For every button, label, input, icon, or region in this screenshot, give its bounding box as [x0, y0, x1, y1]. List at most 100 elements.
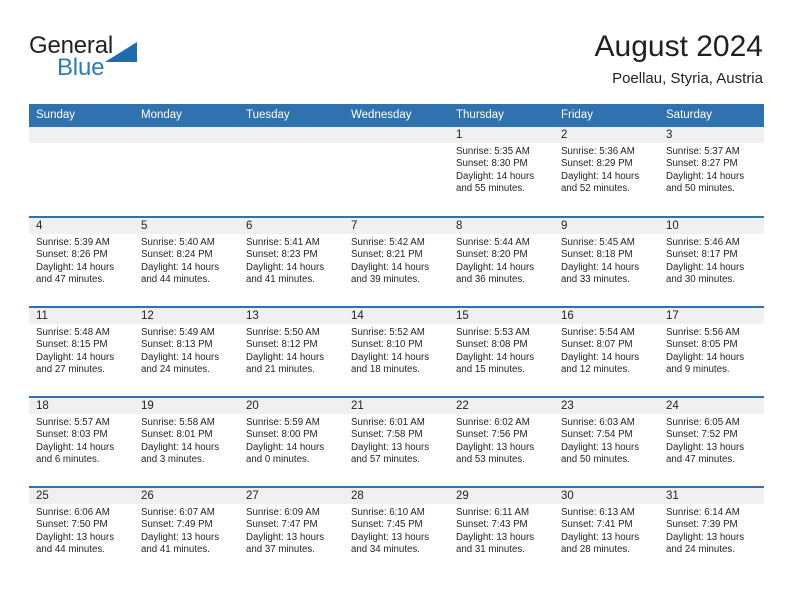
sunset-text: Sunset: 7:39 PM	[666, 519, 738, 531]
column-header-monday: Monday	[134, 104, 239, 127]
calendar-day-cell[interactable]: 2 Sunrise: 5:36 AM Sunset: 8:29 PM Daylight…	[554, 127, 659, 217]
day-details: Sunrise: 6:14 AM Sunset: 7:39 PM Daylight:…	[659, 504, 764, 557]
calendar-day-cell[interactable]: 9 Sunrise: 5:45 AM Sunset: 8:18 PM Daylight…	[554, 216, 659, 307]
calendar-day-cell[interactable]: 6 Sunrise: 5:41 AM Sunset: 8:23 PM Daylight…	[239, 216, 344, 307]
calendar-page: General Blue August 2024 Poellau, Styria…	[0, 0, 792, 612]
day-details: Sunrise: 5:57 AM Sunset: 8:03 PM Daylight:…	[29, 414, 134, 467]
triangle-logo-icon	[105, 42, 137, 62]
calendar-day-cell[interactable]: 31 Sunrise: 6:14 AM Sunset: 7:39 PM Dayligh…	[659, 486, 764, 577]
sunset-text: Sunset: 8:10 PM	[351, 339, 423, 351]
sunrise-text: Sunrise: 6:01 AM	[351, 417, 425, 428]
calendar-day-cell[interactable]: 30 Sunrise: 6:13 AM Sunset: 7:41 PM Dayligh…	[554, 486, 659, 577]
daylight-text: Daylight: 13 hours and 53 minutes.	[456, 441, 535, 466]
sunset-text: Sunset: 8:29 PM	[561, 158, 633, 170]
daylight-text: Daylight: 13 hours and 50 minutes.	[561, 441, 640, 466]
day-number	[29, 127, 134, 143]
daylight-text: Daylight: 14 hours and 24 minutes.	[141, 351, 220, 376]
calendar-day-cell[interactable]: 22 Sunrise: 6:02 AM Sunset: 7:56 PM Dayligh…	[449, 396, 554, 487]
day-number: 24	[659, 398, 764, 414]
calendar-day-cell[interactable]: 7 Sunrise: 5:42 AM Sunset: 8:21 PM Daylight…	[344, 216, 449, 307]
day-details: Sunrise: 5:45 AM Sunset: 8:18 PM Daylight:…	[554, 234, 659, 287]
sunset-text: Sunset: 8:08 PM	[456, 339, 528, 351]
calendar-day-cell[interactable]: 24 Sunrise: 6:05 AM Sunset: 7:52 PM Dayligh…	[659, 396, 764, 487]
sunset-text: Sunset: 7:58 PM	[351, 429, 423, 441]
sunset-text: Sunset: 7:49 PM	[141, 519, 213, 531]
sunrise-text: Sunrise: 5:58 AM	[141, 417, 215, 428]
calendar-day-cell[interactable]: 5 Sunrise: 5:40 AM Sunset: 8:24 PM Daylight…	[134, 216, 239, 307]
calendar-day-cell[interactable]: 18 Sunrise: 5:57 AM Sunset: 8:03 PM Dayligh…	[29, 396, 134, 487]
calendar-day-cell[interactable]: 14 Sunrise: 5:52 AM Sunset: 8:10 PM Dayligh…	[344, 306, 449, 397]
day-details: Sunrise: 5:42 AM Sunset: 8:21 PM Daylight:…	[344, 234, 449, 287]
day-details: Sunrise: 5:35 AM Sunset: 8:30 PM Daylight:…	[449, 143, 554, 196]
column-header-thursday: Thursday	[449, 104, 554, 127]
calendar-day-cell[interactable]: 26 Sunrise: 6:07 AM Sunset: 7:49 PM Dayligh…	[134, 486, 239, 577]
daylight-text: Daylight: 14 hours and 33 minutes.	[561, 261, 640, 286]
sunset-text: Sunset: 7:56 PM	[456, 429, 528, 441]
page-subtitle: Poellau, Styria, Austria	[612, 70, 763, 87]
day-details: Sunrise: 5:58 AM Sunset: 8:01 PM Daylight:…	[134, 414, 239, 467]
daylight-text: Daylight: 14 hours and 50 minutes.	[666, 170, 745, 195]
calendar-day-cell[interactable]: 13 Sunrise: 5:50 AM Sunset: 8:12 PM Dayligh…	[239, 306, 344, 397]
calendar-day-cell[interactable]: 17 Sunrise: 5:56 AM Sunset: 8:05 PM Dayligh…	[659, 306, 764, 397]
calendar-day-cell[interactable]: 28 Sunrise: 6:10 AM Sunset: 7:45 PM Dayligh…	[344, 486, 449, 577]
day-number: 22	[449, 398, 554, 414]
calendar-day-cell[interactable]: 8 Sunrise: 5:44 AM Sunset: 8:20 PM Daylight…	[449, 216, 554, 307]
sunset-text: Sunset: 8:00 PM	[246, 429, 318, 441]
sunset-text: Sunset: 7:52 PM	[666, 429, 738, 441]
general-blue-logo[interactable]: General Blue	[29, 33, 159, 87]
calendar-day-cell[interactable]: 1 Sunrise: 5:35 AM Sunset: 8:30 PM Daylight…	[449, 127, 554, 217]
daylight-text: Daylight: 14 hours and 6 minutes.	[36, 441, 115, 466]
column-header-friday: Friday	[554, 104, 659, 127]
sunset-text: Sunset: 8:18 PM	[561, 249, 633, 261]
calendar-day-cell[interactable]: 19 Sunrise: 5:58 AM Sunset: 8:01 PM Dayligh…	[134, 396, 239, 487]
sunrise-text: Sunrise: 5:39 AM	[36, 237, 110, 248]
calendar-body: 1 Sunrise: 5:35 AM Sunset: 8:30 PM Daylight…	[29, 127, 764, 577]
calendar-day-cell-empty	[344, 127, 449, 217]
day-number: 30	[554, 488, 659, 504]
sunset-text: Sunset: 8:15 PM	[36, 339, 108, 351]
day-number: 20	[239, 398, 344, 414]
calendar-day-cell[interactable]: 27 Sunrise: 6:09 AM Sunset: 7:47 PM Dayligh…	[239, 486, 344, 577]
day-details: Sunrise: 6:09 AM Sunset: 7:47 PM Daylight:…	[239, 504, 344, 557]
sunrise-text: Sunrise: 5:42 AM	[351, 237, 425, 248]
day-number: 21	[344, 398, 449, 414]
day-number	[134, 127, 239, 143]
calendar-day-cell[interactable]: 23 Sunrise: 6:03 AM Sunset: 7:54 PM Dayligh…	[554, 396, 659, 487]
sunrise-text: Sunrise: 5:46 AM	[666, 237, 740, 248]
day-number: 10	[659, 218, 764, 234]
day-number	[344, 127, 449, 143]
sunrise-text: Sunrise: 6:07 AM	[141, 507, 215, 518]
day-details: Sunrise: 5:36 AM Sunset: 8:29 PM Daylight:…	[554, 143, 659, 196]
sunset-text: Sunset: 7:54 PM	[561, 429, 633, 441]
calendar-day-cell[interactable]: 21 Sunrise: 6:01 AM Sunset: 7:58 PM Dayligh…	[344, 396, 449, 487]
sunrise-text: Sunrise: 5:56 AM	[666, 327, 740, 338]
sunset-text: Sunset: 8:23 PM	[246, 249, 318, 261]
calendar-day-cell[interactable]: 25 Sunrise: 6:06 AM Sunset: 7:50 PM Dayligh…	[29, 486, 134, 577]
calendar-day-cell[interactable]: 10 Sunrise: 5:46 AM Sunset: 8:17 PM Dayligh…	[659, 216, 764, 307]
calendar-day-cell[interactable]: 4 Sunrise: 5:39 AM Sunset: 8:26 PM Daylight…	[29, 216, 134, 307]
calendar-week-row: 11 Sunrise: 5:48 AM Sunset: 8:15 PM Dayligh…	[29, 306, 764, 397]
calendar-day-cell[interactable]: 15 Sunrise: 5:53 AM Sunset: 8:08 PM Dayligh…	[449, 306, 554, 397]
day-details: Sunrise: 6:11 AM Sunset: 7:43 PM Daylight:…	[449, 504, 554, 557]
sunrise-text: Sunrise: 5:36 AM	[561, 146, 635, 157]
calendar-day-cell[interactable]: 16 Sunrise: 5:54 AM Sunset: 8:07 PM Dayligh…	[554, 306, 659, 397]
sunrise-text: Sunrise: 5:45 AM	[561, 237, 635, 248]
calendar-day-cell[interactable]: 3 Sunrise: 5:37 AM Sunset: 8:27 PM Daylight…	[659, 127, 764, 217]
day-details: Sunrise: 6:05 AM Sunset: 7:52 PM Daylight:…	[659, 414, 764, 467]
calendar-day-cell[interactable]: 12 Sunrise: 5:49 AM Sunset: 8:13 PM Dayligh…	[134, 306, 239, 397]
sunrise-text: Sunrise: 5:49 AM	[141, 327, 215, 338]
title-block: August 2024 Poellau, Styria, Austria	[595, 28, 763, 89]
sunrise-text: Sunrise: 6:14 AM	[666, 507, 740, 518]
calendar-day-cell[interactable]: 11 Sunrise: 5:48 AM Sunset: 8:15 PM Dayligh…	[29, 306, 134, 397]
day-details: Sunrise: 5:37 AM Sunset: 8:27 PM Daylight:…	[659, 143, 764, 196]
sunrise-text: Sunrise: 6:06 AM	[36, 507, 110, 518]
sunset-text: Sunset: 7:47 PM	[246, 519, 318, 531]
daylight-text: Daylight: 14 hours and 47 minutes.	[36, 261, 115, 286]
calendar-day-cell[interactable]: 29 Sunrise: 6:11 AM Sunset: 7:43 PM Dayligh…	[449, 486, 554, 577]
day-number: 1	[449, 127, 554, 143]
day-details: Sunrise: 5:50 AM Sunset: 8:12 PM Daylight:…	[239, 324, 344, 377]
daylight-text: Daylight: 13 hours and 24 minutes.	[666, 531, 745, 556]
day-details: Sunrise: 5:52 AM Sunset: 8:10 PM Daylight:…	[344, 324, 449, 377]
calendar-day-cell[interactable]: 20 Sunrise: 5:59 AM Sunset: 8:00 PM Dayligh…	[239, 396, 344, 487]
sunset-text: Sunset: 8:12 PM	[246, 339, 318, 351]
